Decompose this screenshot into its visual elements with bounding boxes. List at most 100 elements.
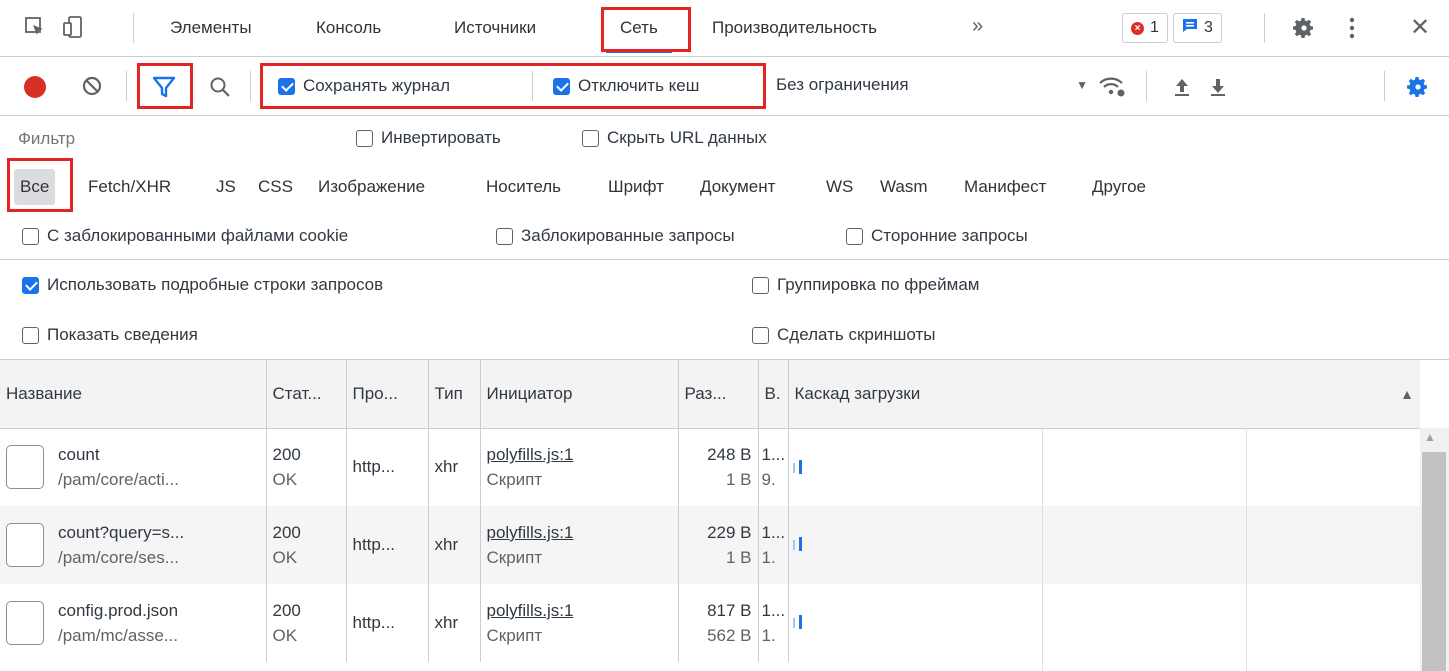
disable-cache-checkbox[interactable]: Отключить кеш (553, 76, 699, 96)
more-tabs-button[interactable]: » (958, 4, 997, 48)
blocked-cookies-check[interactable] (22, 227, 39, 245)
record-button[interactable] (24, 76, 46, 98)
file-icon (6, 601, 44, 645)
big-request-rows-checkbox[interactable]: Использовать подробные строки запросов (22, 275, 383, 295)
type-other[interactable]: Другое (1088, 169, 1150, 205)
table-row[interactable]: count?query=s... /pam/core/ses... 200 OK h… (0, 506, 1420, 584)
resource-size: 1 B (725, 548, 752, 567)
inspect-element-icon[interactable] (22, 14, 48, 40)
network-toolbar: Сохранять журнал Отключить кеш Без огран… (0, 57, 1449, 116)
sort-ascending-icon[interactable]: ▲ (1400, 386, 1414, 402)
blocked-filter-row: С заблокированными файлами cookie Заблок… (0, 212, 1449, 260)
export-har-icon[interactable] (1206, 73, 1230, 101)
time: 1... (761, 523, 786, 542)
preserve-log-label: Сохранять журнал (303, 76, 450, 95)
initiator-link[interactable]: polyfills.js:1 (487, 523, 672, 542)
capture-screenshots-checkbox[interactable]: Сделать скриншоты (752, 325, 935, 345)
network-conditions-icon[interactable] (1096, 73, 1128, 101)
tab-console[interactable]: Консоль (302, 6, 395, 50)
filter-icon[interactable] (150, 73, 178, 101)
third-party-check[interactable] (846, 227, 863, 245)
type-image[interactable]: Изображение (314, 169, 429, 205)
requests-table: Название Стат... Про... Тип Инициатор Ра… (0, 360, 1420, 662)
group-by-frame-check[interactable] (752, 276, 769, 294)
invert-label: Инвертировать (381, 128, 501, 147)
blocked-requests-check[interactable] (496, 227, 513, 245)
hide-data-urls-check[interactable] (582, 129, 599, 147)
type-js[interactable]: JS (212, 169, 240, 205)
type-all[interactable]: Все (14, 169, 56, 205)
latency: 1. (761, 626, 776, 645)
file-icon (6, 523, 44, 567)
latency: 1. (761, 548, 776, 567)
table-row[interactable]: config.prod.json/pam/mc/asse... 200 OK ht… (0, 584, 1420, 662)
type: xhr (428, 506, 481, 584)
tab-elements[interactable]: Элементы (156, 6, 266, 50)
show-overview-checkbox[interactable]: Показать сведения (22, 325, 198, 345)
initiator-link[interactable]: polyfills.js:1 (487, 601, 672, 620)
table-row[interactable]: count/pam/core/acti... 200 OK http... xhr… (0, 428, 1420, 506)
errors-count: 1 (1150, 19, 1159, 36)
hide-data-urls-checkbox[interactable]: Скрыть URL данных (582, 128, 767, 148)
device-toolbar-icon[interactable] (60, 14, 86, 40)
import-har-icon[interactable] (1170, 73, 1194, 101)
network-settings-gear-icon[interactable] (1404, 73, 1432, 101)
invert-check[interactable] (356, 129, 373, 147)
search-icon[interactable] (206, 73, 234, 101)
third-party-checkbox[interactable]: Сторонние запросы (846, 226, 1028, 246)
column-protocol[interactable]: Про... (346, 360, 429, 429)
column-initiator[interactable]: Инициатор (480, 360, 679, 429)
filter-input[interactable] (14, 122, 336, 156)
preserve-log-check[interactable] (278, 77, 295, 95)
request-name: config.prod.json (58, 601, 179, 620)
type-css[interactable]: CSS (254, 169, 297, 205)
big-request-rows-check[interactable] (22, 276, 39, 294)
column-waterfall[interactable]: Каскад загрузки ▲ (788, 360, 1420, 429)
type-manifest[interactable]: Манифест (960, 169, 1050, 205)
type-ws[interactable]: WS (822, 169, 857, 205)
capture-screenshots-check[interactable] (752, 326, 769, 344)
invert-checkbox[interactable]: Инвертировать (356, 128, 501, 148)
group-by-frame-checkbox[interactable]: Группировка по фреймам (752, 275, 979, 295)
column-status[interactable]: Стат... (266, 360, 347, 429)
blocked-cookies-checkbox[interactable]: С заблокированными файлами cookie (22, 226, 348, 246)
resource-size: 1 B (725, 470, 752, 490)
kebab-menu-icon[interactable] (1342, 14, 1362, 42)
settings-row-1: Использовать подробные строки запросов Г… (0, 260, 1449, 310)
status-text: OK (272, 470, 298, 490)
type-fetch-xhr[interactable]: Fetch/XHR (84, 169, 175, 205)
column-size[interactable]: Раз... (678, 360, 759, 429)
column-time[interactable]: В. (758, 360, 789, 429)
clear-icon[interactable] (80, 74, 104, 98)
messages-badge[interactable]: 3 (1173, 13, 1222, 43)
throttling-select[interactable]: Без ограничения ▼ (776, 75, 1088, 95)
tab-sources[interactable]: Источники (440, 6, 550, 50)
file-icon (6, 445, 44, 490)
waterfall-gridline (1246, 428, 1247, 671)
type-font[interactable]: Шрифт (604, 169, 668, 205)
type-document[interactable]: Документ (696, 169, 779, 205)
divider (765, 71, 766, 101)
type-wasm[interactable]: Wasm (876, 169, 932, 205)
divider (133, 13, 134, 43)
scroll-up-arrow-icon[interactable]: ▲ (1424, 430, 1436, 444)
initiator-link[interactable]: polyfills.js:1 (487, 445, 672, 464)
errors-badge[interactable]: × 1 (1122, 13, 1168, 43)
waterfall-cell (788, 506, 1420, 584)
blocked-requests-label: Заблокированные запросы (521, 226, 735, 245)
show-overview-check[interactable] (22, 326, 39, 344)
waterfall-bar (798, 615, 802, 629)
disable-cache-check[interactable] (553, 77, 570, 95)
gear-icon[interactable] (1290, 14, 1318, 42)
column-type[interactable]: Тип (428, 360, 481, 429)
blocked-requests-checkbox[interactable]: Заблокированные запросы (496, 226, 735, 246)
close-icon[interactable]: ✕ (1406, 12, 1434, 42)
type-media[interactable]: Носитель (482, 169, 565, 205)
tab-network[interactable]: Сеть (606, 6, 672, 53)
devtools-tabbar: Элементы Консоль Источники Сеть Производ… (0, 0, 1449, 57)
divider (1146, 71, 1147, 101)
scrollbar-thumb[interactable] (1422, 452, 1446, 671)
tab-performance[interactable]: Производительность (698, 6, 891, 50)
preserve-log-checkbox[interactable]: Сохранять журнал (278, 76, 450, 96)
column-name[interactable]: Название (0, 360, 267, 429)
